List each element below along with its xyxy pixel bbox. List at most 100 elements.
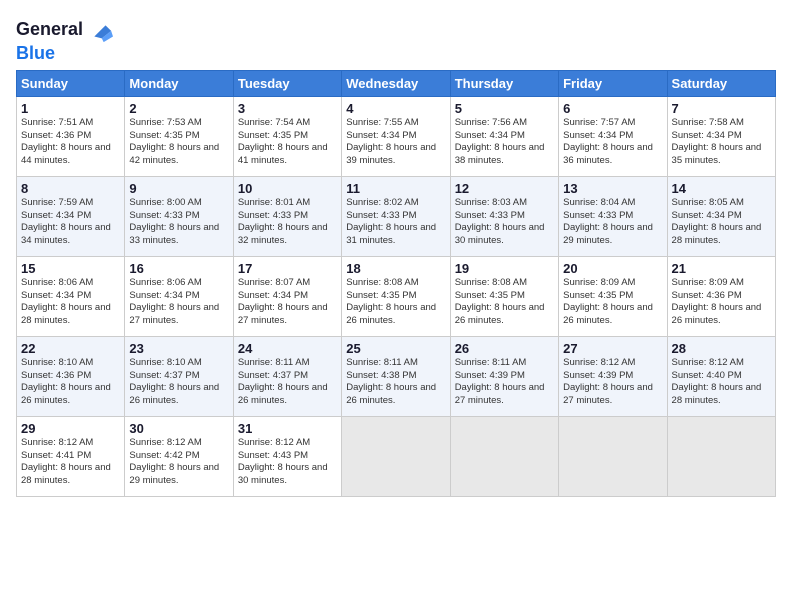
calendar-cell: 31 Sunrise: 8:12 AMSunset: 4:43 PMDaylig… <box>233 416 341 496</box>
week-row-2: 8 Sunrise: 7:59 AMSunset: 4:34 PMDayligh… <box>17 176 776 256</box>
calendar-cell <box>667 416 775 496</box>
col-header-monday: Monday <box>125 70 233 96</box>
calendar-cell: 3 Sunrise: 7:54 AMSunset: 4:35 PMDayligh… <box>233 96 341 176</box>
cell-info: Sunrise: 7:55 AMSunset: 4:34 PMDaylight:… <box>346 117 436 166</box>
cell-info: Sunrise: 8:00 AMSunset: 4:33 PMDaylight:… <box>129 197 219 246</box>
cell-info: Sunrise: 8:01 AMSunset: 4:33 PMDaylight:… <box>238 197 328 246</box>
day-number: 29 <box>21 421 120 436</box>
calendar-cell: 16 Sunrise: 8:06 AMSunset: 4:34 PMDaylig… <box>125 256 233 336</box>
calendar-cell: 12 Sunrise: 8:03 AMSunset: 4:33 PMDaylig… <box>450 176 558 256</box>
day-number: 14 <box>672 181 771 196</box>
page-container: General Blue SundayMondayTuesdayWednesda… <box>0 0 792 505</box>
calendar-cell <box>559 416 667 496</box>
day-number: 13 <box>563 181 662 196</box>
day-number: 16 <box>129 261 228 276</box>
header: General Blue <box>16 12 776 64</box>
calendar-cell: 2 Sunrise: 7:53 AMSunset: 4:35 PMDayligh… <box>125 96 233 176</box>
calendar-cell: 24 Sunrise: 8:11 AMSunset: 4:37 PMDaylig… <box>233 336 341 416</box>
week-row-3: 15 Sunrise: 8:06 AMSunset: 4:34 PMDaylig… <box>17 256 776 336</box>
cell-info: Sunrise: 7:58 AMSunset: 4:34 PMDaylight:… <box>672 117 762 166</box>
calendar-cell: 30 Sunrise: 8:12 AMSunset: 4:42 PMDaylig… <box>125 416 233 496</box>
cell-info: Sunrise: 7:57 AMSunset: 4:34 PMDaylight:… <box>563 117 653 166</box>
calendar-cell: 7 Sunrise: 7:58 AMSunset: 4:34 PMDayligh… <box>667 96 775 176</box>
calendar-cell: 18 Sunrise: 8:08 AMSunset: 4:35 PMDaylig… <box>342 256 450 336</box>
calendar-cell: 29 Sunrise: 8:12 AMSunset: 4:41 PMDaylig… <box>17 416 125 496</box>
cell-info: Sunrise: 7:51 AMSunset: 4:36 PMDaylight:… <box>21 117 111 166</box>
calendar-cell: 28 Sunrise: 8:12 AMSunset: 4:40 PMDaylig… <box>667 336 775 416</box>
cell-info: Sunrise: 8:12 AMSunset: 4:41 PMDaylight:… <box>21 437 111 486</box>
day-number: 9 <box>129 181 228 196</box>
day-number: 31 <box>238 421 337 436</box>
col-header-thursday: Thursday <box>450 70 558 96</box>
day-number: 4 <box>346 101 445 116</box>
col-header-tuesday: Tuesday <box>233 70 341 96</box>
week-row-5: 29 Sunrise: 8:12 AMSunset: 4:41 PMDaylig… <box>17 416 776 496</box>
day-number: 10 <box>238 181 337 196</box>
calendar-cell: 25 Sunrise: 8:11 AMSunset: 4:38 PMDaylig… <box>342 336 450 416</box>
cell-info: Sunrise: 8:09 AMSunset: 4:35 PMDaylight:… <box>563 277 653 326</box>
cell-info: Sunrise: 8:12 AMSunset: 4:42 PMDaylight:… <box>129 437 219 486</box>
cell-info: Sunrise: 8:11 AMSunset: 4:38 PMDaylight:… <box>346 357 436 406</box>
header-row: SundayMondayTuesdayWednesdayThursdayFrid… <box>17 70 776 96</box>
day-number: 24 <box>238 341 337 356</box>
col-header-friday: Friday <box>559 70 667 96</box>
calendar-cell: 5 Sunrise: 7:56 AMSunset: 4:34 PMDayligh… <box>450 96 558 176</box>
cell-info: Sunrise: 8:11 AMSunset: 4:37 PMDaylight:… <box>238 357 328 406</box>
cell-info: Sunrise: 8:08 AMSunset: 4:35 PMDaylight:… <box>455 277 545 326</box>
cell-info: Sunrise: 8:04 AMSunset: 4:33 PMDaylight:… <box>563 197 653 246</box>
day-number: 5 <box>455 101 554 116</box>
calendar-cell: 20 Sunrise: 8:09 AMSunset: 4:35 PMDaylig… <box>559 256 667 336</box>
day-number: 22 <box>21 341 120 356</box>
cell-info: Sunrise: 8:07 AMSunset: 4:34 PMDaylight:… <box>238 277 328 326</box>
calendar-table: SundayMondayTuesdayWednesdayThursdayFrid… <box>16 70 776 497</box>
day-number: 20 <box>563 261 662 276</box>
calendar-cell: 13 Sunrise: 8:04 AMSunset: 4:33 PMDaylig… <box>559 176 667 256</box>
col-header-wednesday: Wednesday <box>342 70 450 96</box>
cell-info: Sunrise: 8:12 AMSunset: 4:39 PMDaylight:… <box>563 357 653 406</box>
day-number: 19 <box>455 261 554 276</box>
calendar-cell: 1 Sunrise: 7:51 AMSunset: 4:36 PMDayligh… <box>17 96 125 176</box>
day-number: 30 <box>129 421 228 436</box>
day-number: 2 <box>129 101 228 116</box>
calendar-cell: 4 Sunrise: 7:55 AMSunset: 4:34 PMDayligh… <box>342 96 450 176</box>
logo-text-blue: Blue <box>16 44 113 64</box>
cell-info: Sunrise: 8:03 AMSunset: 4:33 PMDaylight:… <box>455 197 545 246</box>
cell-info: Sunrise: 8:06 AMSunset: 4:34 PMDaylight:… <box>129 277 219 326</box>
day-number: 27 <box>563 341 662 356</box>
day-number: 26 <box>455 341 554 356</box>
logo: General Blue <box>16 16 113 64</box>
day-number: 8 <box>21 181 120 196</box>
calendar-cell: 11 Sunrise: 8:02 AMSunset: 4:33 PMDaylig… <box>342 176 450 256</box>
calendar-cell: 27 Sunrise: 8:12 AMSunset: 4:39 PMDaylig… <box>559 336 667 416</box>
day-number: 28 <box>672 341 771 356</box>
cell-info: Sunrise: 7:53 AMSunset: 4:35 PMDaylight:… <box>129 117 219 166</box>
day-number: 18 <box>346 261 445 276</box>
calendar-cell: 23 Sunrise: 8:10 AMSunset: 4:37 PMDaylig… <box>125 336 233 416</box>
calendar-cell: 8 Sunrise: 7:59 AMSunset: 4:34 PMDayligh… <box>17 176 125 256</box>
week-row-4: 22 Sunrise: 8:10 AMSunset: 4:36 PMDaylig… <box>17 336 776 416</box>
cell-info: Sunrise: 7:54 AMSunset: 4:35 PMDaylight:… <box>238 117 328 166</box>
logo-text-general: General <box>16 20 83 40</box>
day-number: 6 <box>563 101 662 116</box>
day-number: 15 <box>21 261 120 276</box>
cell-info: Sunrise: 7:56 AMSunset: 4:34 PMDaylight:… <box>455 117 545 166</box>
col-header-saturday: Saturday <box>667 70 775 96</box>
day-number: 1 <box>21 101 120 116</box>
calendar-cell: 26 Sunrise: 8:11 AMSunset: 4:39 PMDaylig… <box>450 336 558 416</box>
cell-info: Sunrise: 8:10 AMSunset: 4:36 PMDaylight:… <box>21 357 111 406</box>
day-number: 17 <box>238 261 337 276</box>
calendar-cell: 22 Sunrise: 8:10 AMSunset: 4:36 PMDaylig… <box>17 336 125 416</box>
calendar-cell: 10 Sunrise: 8:01 AMSunset: 4:33 PMDaylig… <box>233 176 341 256</box>
day-number: 12 <box>455 181 554 196</box>
calendar-cell: 14 Sunrise: 8:05 AMSunset: 4:34 PMDaylig… <box>667 176 775 256</box>
cell-info: Sunrise: 7:59 AMSunset: 4:34 PMDaylight:… <box>21 197 111 246</box>
cell-info: Sunrise: 8:05 AMSunset: 4:34 PMDaylight:… <box>672 197 762 246</box>
day-number: 3 <box>238 101 337 116</box>
calendar-cell: 6 Sunrise: 7:57 AMSunset: 4:34 PMDayligh… <box>559 96 667 176</box>
calendar-cell: 19 Sunrise: 8:08 AMSunset: 4:35 PMDaylig… <box>450 256 558 336</box>
cell-info: Sunrise: 8:02 AMSunset: 4:33 PMDaylight:… <box>346 197 436 246</box>
cell-info: Sunrise: 8:09 AMSunset: 4:36 PMDaylight:… <box>672 277 762 326</box>
day-number: 11 <box>346 181 445 196</box>
calendar-cell: 9 Sunrise: 8:00 AMSunset: 4:33 PMDayligh… <box>125 176 233 256</box>
cell-info: Sunrise: 8:11 AMSunset: 4:39 PMDaylight:… <box>455 357 545 406</box>
